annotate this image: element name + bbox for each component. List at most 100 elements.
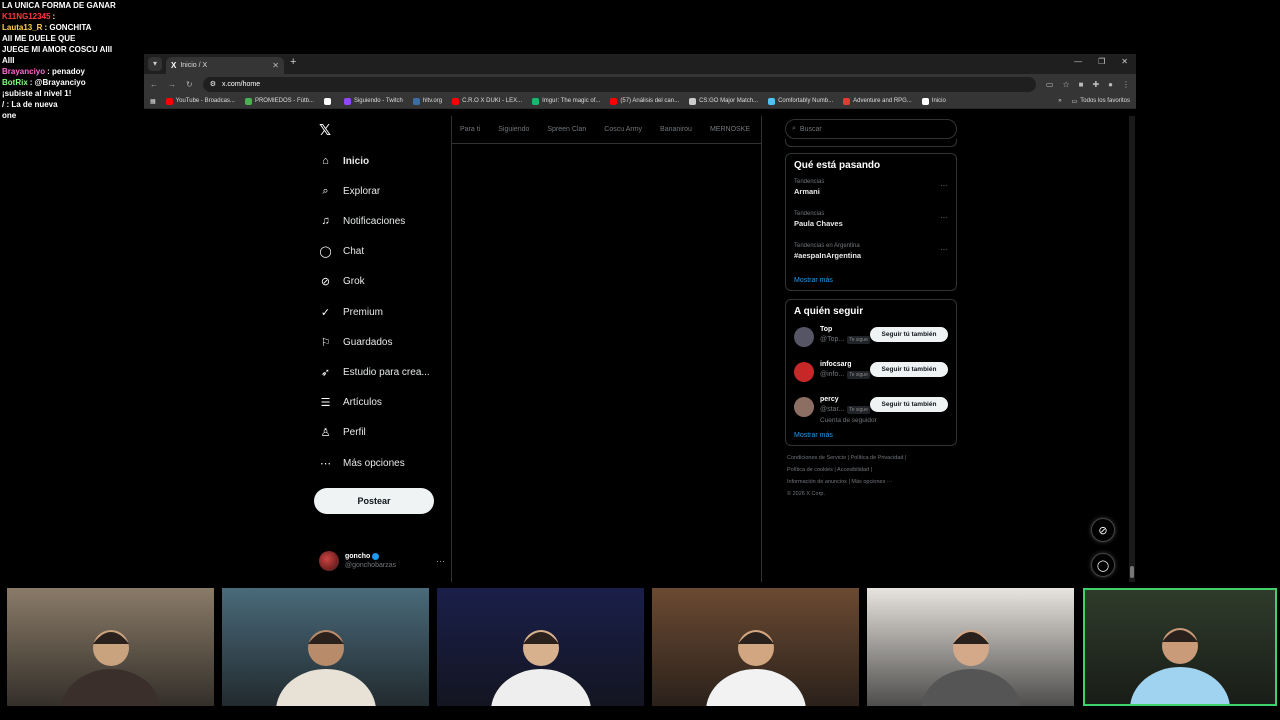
search-input[interactable]: ⌕ Buscar [785, 119, 957, 139]
nav-item-inicio[interactable]: ⌂ Inicio [319, 153, 369, 169]
trend-name: #aespaInArgentina [794, 251, 862, 260]
bookmark-item[interactable]: C.R.O X DUKI - LEX... [452, 97, 522, 105]
bookmark-item[interactable]: Inicio [921, 97, 946, 105]
bookmark-item[interactable]: CS:GO Major Match... [689, 97, 758, 105]
reload-icon[interactable]: ↻ [186, 80, 193, 89]
x-logo-icon[interactable]: 𝕏 [319, 121, 331, 139]
site-info-icon[interactable]: ⚙ [210, 80, 216, 88]
browser-tab[interactable]: X Inicio / X ✕ [166, 57, 284, 74]
webcam-feed [652, 588, 859, 706]
nav-item-estudio[interactable]: ➶ Estudio para crea... [319, 364, 430, 380]
browser-window: ▾ X Inicio / X ✕ + — ❐ ✕ ← → ↻ ⚙ x.com/h… [144, 54, 1136, 582]
search-icon: ⌕ [792, 125, 796, 132]
nav-item-explorar[interactable]: ⌕ Explorar [319, 183, 380, 199]
trend-context: Tendencias [794, 211, 825, 217]
trend-item[interactable]: Tendencias Armani ··· [794, 179, 948, 211]
bookmark-favicon-icon [412, 97, 420, 105]
follow-back-button[interactable]: Seguir tú también [870, 327, 948, 342]
nav-item-guardados[interactable]: ⚐ Guardados [319, 334, 393, 350]
close-window-icon[interactable]: ✕ [1121, 57, 1128, 66]
nav-label: Perfil [343, 427, 366, 439]
trend-context: Tendencias en Argentina [794, 243, 860, 249]
chat-message: K11NG12345: [0, 11, 140, 22]
bookmark-item[interactable]: Siguiendo - Twitch [343, 97, 403, 105]
follow-suggestion[interactable]: infocsarg @info... Te sigue Seguir tú tambi… [794, 360, 948, 395]
tab-spreen-clan[interactable]: Spreen Clan [547, 126, 586, 133]
nav-item-artículos[interactable]: ☰ Artículos [319, 395, 382, 411]
profile-icon[interactable]: ● [1108, 80, 1113, 89]
trending-title: Qué está pasando [794, 160, 881, 171]
scrollbar-thumb[interactable] [1130, 566, 1134, 578]
back-icon[interactable]: ← [150, 80, 158, 89]
chat-username: BotRix [2, 78, 28, 87]
bookmark-item[interactable] [323, 97, 334, 105]
bookmark-item[interactable]: YouTube - Broadcas... [165, 97, 235, 105]
scrollbar[interactable] [1129, 116, 1135, 582]
bookmark-item[interactable]: hltv.org [412, 97, 442, 105]
bookmarks-overflow-icon[interactable]: » [1058, 98, 1061, 104]
star-icon[interactable]: ☆ [1062, 80, 1069, 89]
follow-back-button[interactable]: Seguir tú también [870, 362, 948, 377]
bookmark-label: YouTube - Broadcas... [175, 98, 235, 104]
bookmark-item[interactable]: PROMIEDOS - Fútb... [244, 97, 314, 105]
extension-icon[interactable]: ■ [1079, 80, 1084, 89]
menu-icon[interactable]: ⋮ [1122, 80, 1130, 89]
show-more-link[interactable]: Mostrar más [794, 277, 948, 284]
footer-line[interactable]: Información de anuncios | Más opciones ·… [787, 476, 955, 488]
nav-item-perfil[interactable]: ♙ Perfil [319, 425, 366, 441]
bookmark-item[interactable]: Adventure and RPG... [843, 97, 912, 105]
streamer-silhouette [1130, 628, 1230, 704]
toolbar-actions: ▭ ☆ ■ ✚ ● ⋮ [1046, 80, 1130, 89]
chat-icon: ◯ [319, 246, 332, 259]
x-page: 𝕏 Postear goncho @gonchobarzas ··· ⌂ Inic… [144, 116, 1136, 582]
all-bookmarks[interactable]: ▭ Todos los favoritos [1072, 98, 1130, 105]
nav-item-grok[interactable]: ⊘ Grok [319, 274, 365, 290]
restore-icon[interactable]: ❐ [1098, 57, 1105, 66]
new-tab-button[interactable]: + [290, 56, 296, 68]
trend-item[interactable]: Tendencias Paula Chaves ··· [794, 211, 948, 243]
tab-search-button[interactable]: ▾ [148, 57, 162, 71]
footer-line[interactable]: © 2026 X Corp. [787, 488, 955, 500]
more-dots-icon[interactable]: ··· [940, 245, 948, 254]
tab-bananirou[interactable]: Bananirou [660, 126, 692, 133]
chat-message: BotRix: @Brayanciyo [0, 77, 140, 88]
nav-label: Explorar [343, 185, 381, 197]
tab-mernoske[interactable]: MERNOSKE [710, 126, 750, 133]
tab-siguiendo[interactable]: Siguiendo [498, 126, 529, 133]
nav-item-chat[interactable]: ◯ Chat [319, 244, 364, 260]
bookmark-label: Imgur: The magic of... [542, 98, 601, 104]
address-bar[interactable]: ⚙ x.com/home [202, 76, 1036, 92]
trend-item[interactable]: Tendencias en Argentina #aespaInArgentina… [794, 243, 948, 275]
apps-icon[interactable]: ▦ [150, 98, 156, 105]
account-switcher[interactable]: goncho @gonchobarzas ··· [319, 549, 445, 573]
all-bookmarks-label: Todos los favoritos [1080, 98, 1130, 104]
messages-fab-icon[interactable]: ◯ [1091, 553, 1115, 577]
minimize-icon[interactable]: — [1074, 57, 1082, 66]
more-dots-icon[interactable]: ··· [940, 181, 948, 190]
install-icon[interactable]: ▭ [1046, 80, 1054, 89]
footer-line[interactable]: Condiciones de Servicio | Política de Pr… [787, 452, 955, 464]
bookmark-item[interactable]: Imgur: The magic of... [532, 97, 601, 105]
follow-suggestion[interactable]: Top @Top... Te sigue Seguir tú también [794, 325, 948, 360]
footer-line[interactable]: Política de cookies | Accesibilidad | [787, 464, 955, 476]
nav-item-notificaciones[interactable]: ♫ Notificaciones [319, 213, 405, 229]
tab-coscu-army[interactable]: Coscu Army [604, 126, 642, 133]
bookmark-item[interactable]: Comfortably Numb... [768, 97, 833, 105]
nav-item-premium[interactable]: ✓ Premium [319, 304, 383, 320]
follow-suggestion[interactable]: percy @star... Te sigue Cuenta de seguidor S… [794, 395, 948, 430]
grok-fab-icon[interactable]: ⊘ [1091, 518, 1115, 542]
tab-para-ti[interactable]: Para ti [460, 126, 480, 133]
follow-back-button[interactable]: Seguir tú también [870, 397, 948, 412]
nav-item-más[interactable]: ⋯ Más opciones [319, 455, 405, 471]
bookmark-item[interactable]: (57) Análisis del can... [610, 97, 679, 105]
post-button[interactable]: Postear [314, 488, 434, 514]
chat-message: JUEGE MI AMOR COSCU AIII [0, 44, 140, 55]
show-more-link[interactable]: Mostrar más [794, 432, 948, 439]
profile-icon: ♙ [320, 427, 331, 440]
forward-icon[interactable]: → [168, 80, 176, 89]
bookmark-favicon-icon [768, 97, 776, 105]
stream-chat: LA UNICA FORMA DE GANAR K11NG12345: Lauta1… [0, 0, 140, 121]
close-tab-icon[interactable]: ✕ [272, 61, 279, 70]
more-dots-icon[interactable]: ··· [940, 213, 948, 222]
puzzle-icon[interactable]: ✚ [1092, 80, 1099, 89]
